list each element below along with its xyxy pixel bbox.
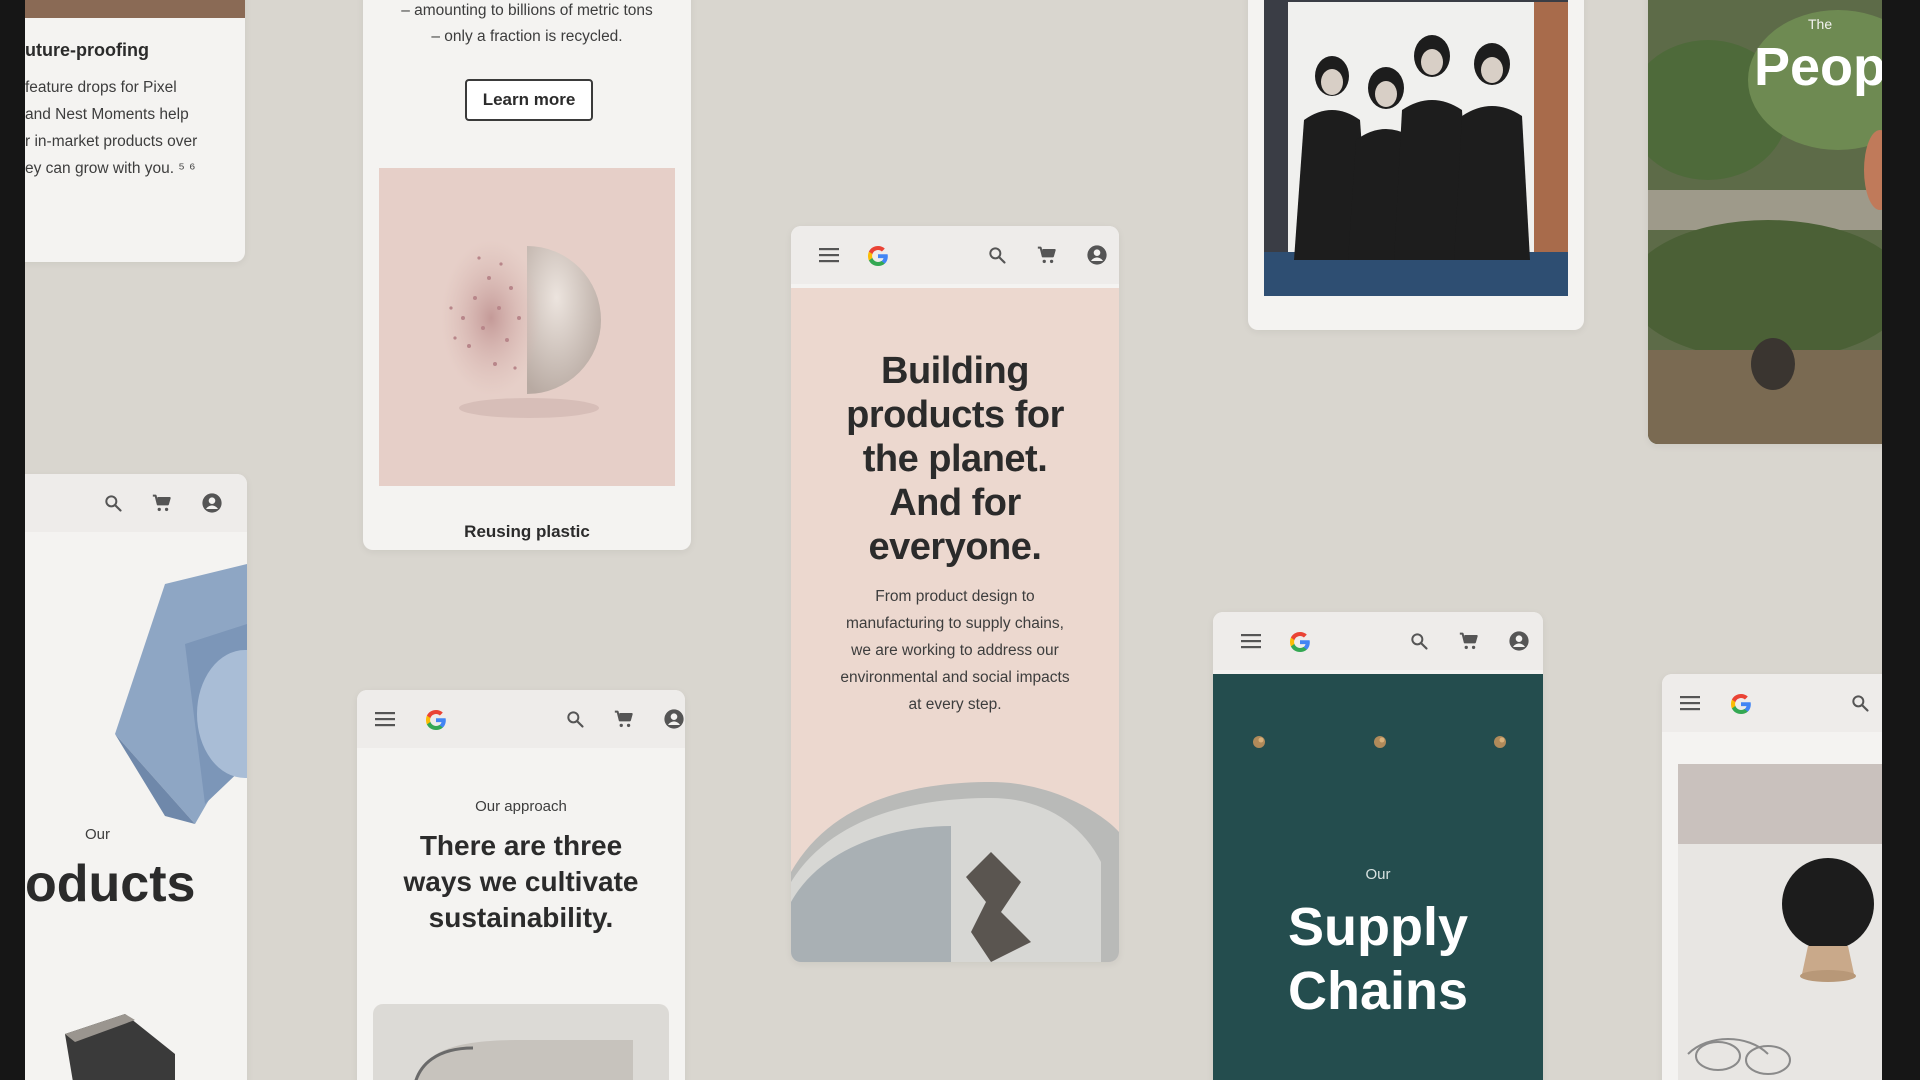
collage-canvas: uture-proofing feature drops for Pixel a… xyxy=(25,0,1882,1080)
hamburger-icon[interactable] xyxy=(373,707,397,731)
search-icon[interactable] xyxy=(1848,691,1872,715)
hero-title-line-5: everyone. xyxy=(868,526,1042,568)
people-eyebrow: The xyxy=(1808,16,1833,32)
approach-eyebrow: Our approach xyxy=(475,798,567,815)
future-line-3: r in-market products over xyxy=(25,133,198,150)
card-approach: Our approach There are three ways we cul… xyxy=(357,690,685,1080)
hero-topbar xyxy=(791,226,1119,284)
supply-panel: Our Supply Chains xyxy=(1213,674,1543,1080)
google-g-logo[interactable] xyxy=(865,243,891,269)
card-team xyxy=(1248,0,1584,330)
device-topbar xyxy=(1662,674,1882,732)
approach-title-line-2: ways we cultivate xyxy=(403,866,639,897)
search-icon[interactable] xyxy=(1407,629,1431,653)
supply-pegs-image xyxy=(1253,736,1506,748)
supply-title-line-2: Chains xyxy=(1287,961,1469,1021)
hero-title-line-1: Building xyxy=(881,350,1029,392)
account-icon[interactable] xyxy=(1085,243,1109,267)
device-photo xyxy=(1678,764,1882,1080)
cart-icon[interactable] xyxy=(612,707,636,731)
hero-body-line-5: at every step. xyxy=(908,696,1002,713)
google-g-logo[interactable] xyxy=(1287,629,1313,655)
learn-more-button[interactable]: Learn more xyxy=(465,79,593,121)
cart-icon[interactable] xyxy=(1035,243,1059,267)
cart-icon[interactable] xyxy=(1457,629,1481,653)
hero-body-line-1: From product design to xyxy=(875,588,1035,605)
recycling-line-2: – only a fraction is recycled. xyxy=(431,28,623,45)
future-line-4: ey can grow with you. ⁵ ⁶ xyxy=(25,160,196,177)
approach-product-image xyxy=(373,1004,669,1080)
recycled-plastic-image xyxy=(379,168,675,486)
products-title: oducts xyxy=(25,855,196,913)
future-heading: uture-proofing xyxy=(25,40,149,60)
card-people: The People xyxy=(1648,0,1882,444)
products-device-image xyxy=(55,1014,175,1080)
products-topbar xyxy=(25,474,247,532)
approach-title-line-3: sustainability. xyxy=(428,902,614,933)
future-photo-strip xyxy=(25,0,245,18)
search-icon[interactable] xyxy=(101,491,125,515)
future-line-1: feature drops for Pixel xyxy=(25,79,177,96)
recycling-caption: Reusing plastic xyxy=(464,522,590,541)
account-icon[interactable] xyxy=(662,707,685,731)
google-g-logo[interactable] xyxy=(1728,691,1754,717)
card-future-proofing: uture-proofing feature drops for Pixel a… xyxy=(25,0,245,262)
hero-title-line-4: And for xyxy=(889,482,1021,524)
team-photo xyxy=(1264,0,1568,296)
hamburger-icon[interactable] xyxy=(817,243,841,267)
card-supply: Our Supply Chains xyxy=(1213,612,1543,1080)
supply-topbar xyxy=(1213,612,1543,670)
cart-icon[interactable] xyxy=(150,491,174,515)
card-hero: Building products for the planet. And fo… xyxy=(791,226,1119,962)
hero-panel: Building products for the planet. And fo… xyxy=(791,288,1119,962)
account-icon[interactable] xyxy=(1507,629,1531,653)
hero-body-line-2: manufacturing to supply chains, xyxy=(846,615,1064,632)
hamburger-icon[interactable] xyxy=(1239,629,1263,653)
future-line-2: and Nest Moments help xyxy=(25,106,189,123)
hero-body-line-3: we are working to address our xyxy=(851,642,1059,659)
products-fabric-image xyxy=(75,564,247,824)
hero-body-line-4: environmental and social impacts xyxy=(840,669,1070,686)
card-recycling: – amounting to billions of metric tons –… xyxy=(363,0,691,550)
hamburger-icon[interactable] xyxy=(1678,691,1702,715)
approach-title-line-1: There are three xyxy=(419,830,623,861)
hero-title-line-3: the planet. xyxy=(862,438,1048,480)
people-title: People xyxy=(1754,37,1882,97)
recycling-line-1: – amounting to billions of metric tons xyxy=(401,2,653,19)
card-device xyxy=(1662,674,1882,1080)
supply-title-line-1: Supply xyxy=(1287,897,1468,957)
products-eyebrow: Our xyxy=(85,826,111,843)
hero-product-image xyxy=(791,762,1119,962)
card-products: Our oducts xyxy=(25,474,247,1080)
supply-eyebrow: Our xyxy=(1365,866,1391,883)
hero-title-line-2: products for xyxy=(846,394,1064,436)
approach-topbar xyxy=(357,690,685,748)
account-icon[interactable] xyxy=(200,491,224,515)
google-g-logo[interactable] xyxy=(423,707,449,733)
search-icon[interactable] xyxy=(563,707,587,731)
search-icon[interactable] xyxy=(985,243,1009,267)
